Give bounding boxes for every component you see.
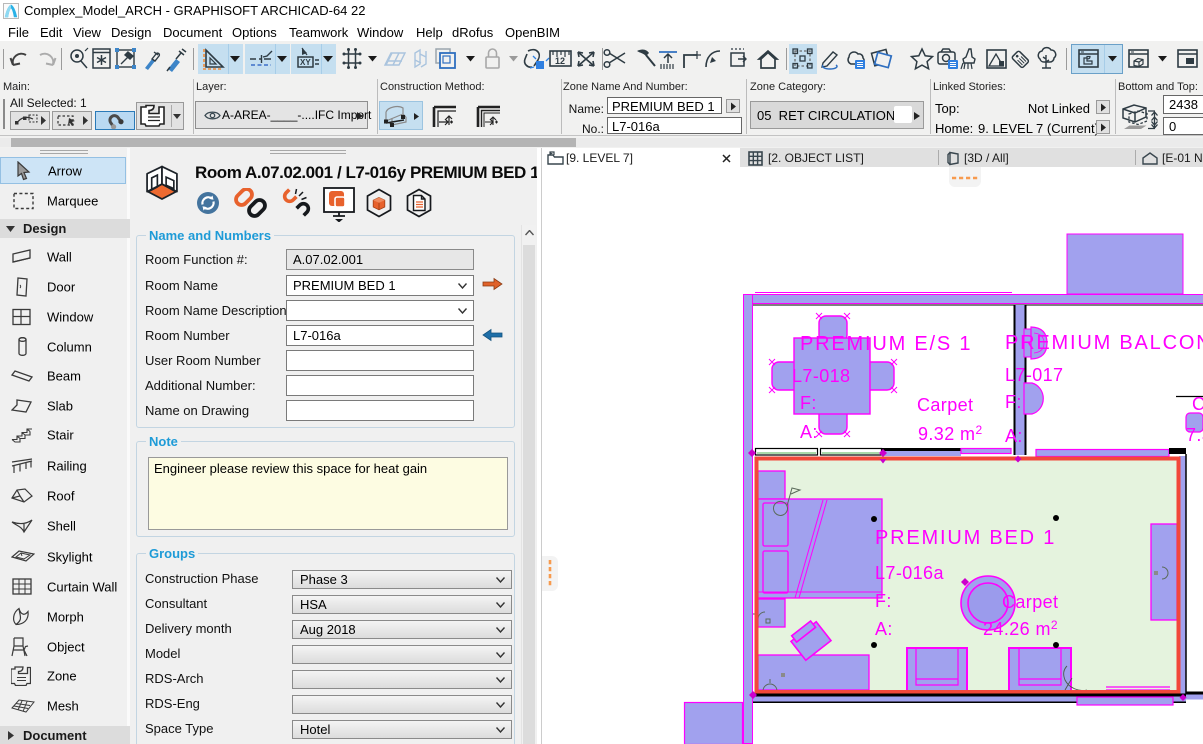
svg-text:PREMIUM BED 1: PREMIUM BED 1 — [875, 527, 1056, 549]
svg-text:Ca: Ca — [1192, 394, 1203, 414]
svg-text:L7-016a: L7-016a — [875, 563, 944, 583]
svg-text:Carpet: Carpet — [917, 395, 973, 415]
svg-text:XY: XY — [300, 58, 311, 67]
svg-text:F:: F: — [1005, 392, 1022, 412]
svg-text:9.32 m2: 9.32 m2 — [918, 423, 983, 444]
svg-text:L7-017: L7-017 — [1005, 365, 1063, 385]
svg-text:PREMIUM BALCONY: PREMIUM BALCONY — [1005, 332, 1203, 354]
svg-text:12: 12 — [555, 56, 565, 66]
svg-text:A:: A: — [1005, 426, 1023, 446]
svg-text:F:: F: — [800, 393, 817, 413]
svg-text:PREMIUM E/S 1: PREMIUM E/S 1 — [800, 333, 972, 355]
svg-text:F:: F: — [875, 591, 892, 611]
svg-text:24.26 m2: 24.26 m2 — [983, 618, 1058, 639]
svg-text:A:: A: — [800, 422, 818, 442]
svg-text:7.3: 7.3 — [1186, 425, 1203, 445]
svg-text:Carpet: Carpet — [1002, 592, 1058, 612]
svg-text:A:: A: — [875, 619, 893, 639]
svg-text:L7-018: L7-018 — [792, 366, 850, 386]
